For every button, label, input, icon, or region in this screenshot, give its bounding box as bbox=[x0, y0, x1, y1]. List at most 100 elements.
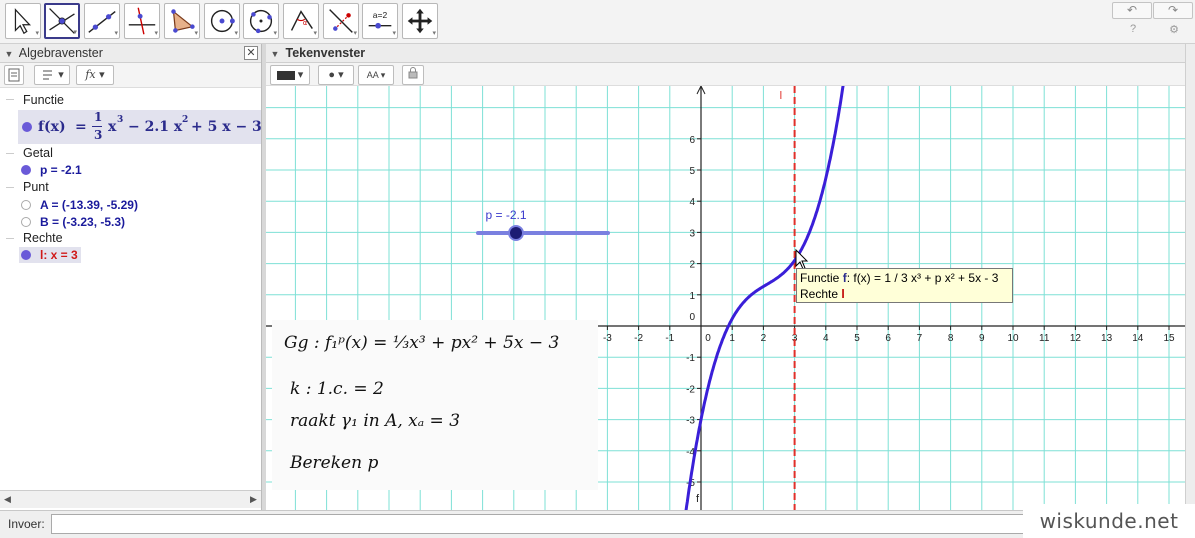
redo-button[interactable]: ↷ bbox=[1153, 2, 1193, 19]
y-tick-label: -3 bbox=[686, 416, 695, 427]
scroll-left-icon[interactable]: ◀ bbox=[4, 494, 14, 505]
line-l-label: l bbox=[780, 90, 782, 102]
x-tick-label: 7 bbox=[917, 333, 923, 344]
term-x-squared: − 2.1 x bbox=[128, 119, 183, 135]
point-tool-button[interactable]: ▾ bbox=[44, 3, 80, 39]
point-style-button[interactable]: ● ▾ bbox=[318, 65, 354, 85]
fx-label: fx bbox=[85, 68, 96, 81]
description-mode-button[interactable]: fx ▾ bbox=[76, 65, 114, 85]
fix-object-button[interactable] bbox=[402, 65, 424, 85]
collapse-triangle-icon[interactable]: ▼ bbox=[2, 45, 16, 64]
x-tick-label: -2 bbox=[634, 333, 643, 344]
y-tick-label: 6 bbox=[689, 135, 695, 146]
visibility-toggle-b[interactable] bbox=[21, 217, 31, 227]
dropdown-triangle-icon: ▾ bbox=[294, 69, 304, 81]
circle-three-points-tool-button[interactable]: ▾ bbox=[243, 3, 279, 39]
category-point[interactable]: Punt bbox=[23, 180, 49, 194]
undo-button[interactable]: ↶ bbox=[1112, 2, 1152, 19]
sort-by-button[interactable]: ▾ bbox=[34, 65, 70, 85]
x-tick-label: 9 bbox=[979, 333, 985, 344]
perpendicular-line-tool-button[interactable]: ▾ bbox=[124, 3, 160, 39]
point-b[interactable]: B = (-3.23, -5.3) bbox=[40, 215, 125, 229]
x-tick-label: 10 bbox=[1007, 333, 1019, 344]
x-axis-tick-labels: -3 -2 -1 0 1 2 3 4 5 6 7 8 9 10 11 12 13 14 15 bbox=[603, 326, 1175, 344]
visibility-toggle-a[interactable] bbox=[21, 200, 31, 210]
reflect-tool-button[interactable]: ▾ bbox=[323, 3, 359, 39]
category-line[interactable]: Rechte bbox=[23, 231, 63, 245]
slider-tool-label: a=2 bbox=[373, 10, 388, 20]
x-tick-label: 15 bbox=[1163, 333, 1175, 344]
collapse-triangle-icon[interactable]: ▼ bbox=[268, 45, 282, 64]
term-x-cubed: x bbox=[108, 119, 117, 135]
x-tick-label: 1 bbox=[729, 333, 735, 344]
text-style-button[interactable]: AA ▾ bbox=[358, 65, 394, 85]
scroll-right-icon[interactable]: ▶ bbox=[250, 494, 260, 505]
dropdown-triangle-icon: ▾ bbox=[392, 30, 396, 37]
graphics-view-title: Tekenvenster bbox=[285, 46, 366, 60]
exponent-3: 3 bbox=[117, 115, 124, 125]
equals-sign: = bbox=[75, 119, 87, 135]
circle-center-point-tool-button[interactable]: ▾ bbox=[204, 3, 240, 39]
x-tick-label: 12 bbox=[1070, 333, 1082, 344]
x-tick-label: 8 bbox=[948, 333, 954, 344]
number-p[interactable]: p = -2.1 bbox=[40, 163, 82, 177]
slider-p-label: p = -2.1 bbox=[485, 208, 526, 222]
x-tick-label: 13 bbox=[1101, 333, 1113, 344]
handwriting-line-2: k : 1.c. = 2 bbox=[290, 379, 384, 399]
slider-tool-button[interactable]: a=2 ▾ bbox=[362, 3, 398, 39]
move-graphics-view-tool-button[interactable]: ▾ bbox=[402, 3, 438, 39]
y-tick-label: 2 bbox=[689, 260, 695, 271]
handwriting-line-1: Gg : f₁ᵖ(x) = ⅓x³ + px² + 5x − 3 bbox=[284, 333, 559, 353]
dropdown-triangle-icon: ▾ bbox=[154, 30, 158, 37]
category-number[interactable]: Getal bbox=[23, 146, 53, 160]
input-field[interactable] bbox=[51, 514, 1181, 534]
visibility-toggle-p[interactable] bbox=[21, 165, 31, 175]
algebra-horizontal-scrollbar[interactable]: ◀ ▶ bbox=[0, 490, 261, 508]
point-a[interactable]: A = (-13.39, -5.29) bbox=[40, 198, 138, 212]
move-tool-button[interactable]: ▾ bbox=[5, 3, 41, 39]
line-l[interactable]: l: x = 3 bbox=[40, 248, 78, 262]
tooltip-function-definition: : f(x) = 1 / 3 x³ + p x² + 5x - 3 bbox=[846, 271, 999, 285]
graphics-vertical-scrollbar[interactable] bbox=[1185, 44, 1195, 510]
visibility-toggle-f[interactable] bbox=[22, 122, 32, 132]
lock-icon bbox=[408, 67, 418, 79]
toggle-auxiliary-button[interactable] bbox=[4, 65, 24, 85]
y-tick-label: 3 bbox=[689, 228, 695, 239]
list-view-icon bbox=[8, 68, 20, 82]
color-button[interactable]: ▾ bbox=[270, 65, 310, 85]
function-name: f(x) bbox=[38, 119, 66, 135]
algebra-view-header: ▼ Algebravenster ✕ bbox=[0, 44, 261, 63]
dropdown-triangle-icon: ▾ bbox=[313, 30, 317, 37]
close-algebra-view-button[interactable]: ✕ bbox=[244, 46, 258, 60]
dropdown-triangle-icon: ▾ bbox=[234, 30, 238, 37]
fraction-bar bbox=[92, 126, 102, 127]
algebra-view-title: Algebravenster bbox=[18, 46, 103, 60]
polygon-tool-button[interactable]: ▾ bbox=[164, 3, 200, 39]
y-tick-label: 1 bbox=[689, 291, 695, 302]
y-tick-label: 4 bbox=[689, 197, 695, 208]
line-tool-button[interactable]: ▾ bbox=[84, 3, 120, 39]
help-icon[interactable]: ? bbox=[1126, 23, 1140, 35]
slider-p[interactable]: p = -2.1 bbox=[476, 208, 610, 241]
algebra-toolbar: ▾ fx ▾ bbox=[0, 63, 261, 88]
undo-icon: ↶ bbox=[1126, 3, 1138, 17]
input-bar: Invoer: bbox=[0, 510, 1195, 538]
visibility-toggle-l[interactable] bbox=[21, 250, 31, 260]
tooltip-line-prefix: Rechte bbox=[800, 287, 842, 301]
function-row-f[interactable]: f(x) = 1 3 x 3 − 2.1 x 2 + 5 x − 3 bbox=[18, 110, 261, 144]
y-tick-label: -1 bbox=[686, 353, 695, 364]
sort-list-icon bbox=[43, 70, 53, 80]
tooltip-row-line: Rechte l bbox=[800, 286, 1009, 302]
category-function[interactable]: Functie bbox=[23, 93, 64, 107]
y-tick-label: 0 bbox=[689, 312, 695, 323]
tree-line bbox=[6, 187, 14, 188]
slider-handle[interactable] bbox=[508, 225, 524, 241]
settings-gear-icon[interactable]: ⚙ bbox=[1167, 23, 1181, 36]
algebra-view: Functie f(x) = 1 3 x 3 − 2.1 x 2 + 5 x −… bbox=[0, 88, 261, 490]
object-tooltip: Functie f: f(x) = 1 / 3 x³ + p x² + 5x -… bbox=[796, 268, 1013, 303]
angle-tool-button[interactable]: α ▾ bbox=[283, 3, 319, 39]
color-swatch-icon bbox=[276, 70, 295, 80]
input-label: Invoer: bbox=[8, 517, 45, 531]
x-tick-label: 6 bbox=[885, 333, 891, 344]
y-tick-label: 5 bbox=[689, 166, 695, 177]
